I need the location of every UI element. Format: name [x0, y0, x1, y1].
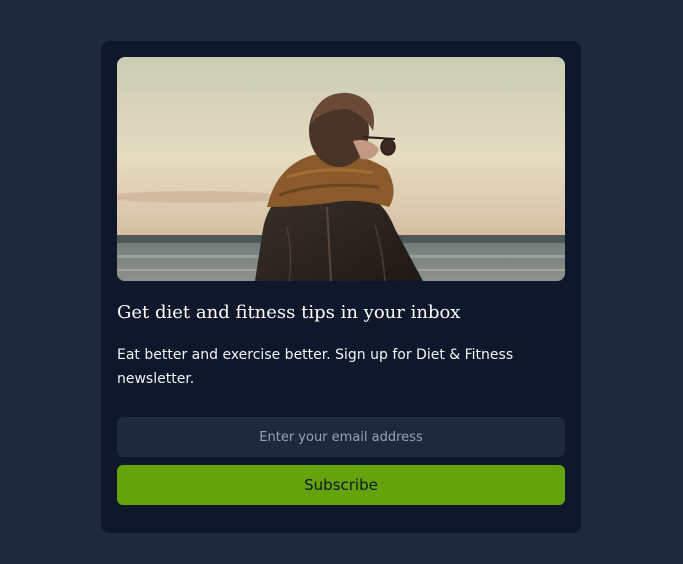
newsletter-description: Eat better and exercise better. Sign up … [117, 347, 514, 387]
page-title: Get diet and fitness tips in your inbox [117, 302, 461, 323]
email-field[interactable] [117, 417, 565, 457]
hero-image [117, 57, 565, 281]
subscribe-button[interactable]: Subscribe [117, 465, 565, 505]
newsletter-card: Get diet and fitness tips in your inbox … [101, 41, 581, 533]
